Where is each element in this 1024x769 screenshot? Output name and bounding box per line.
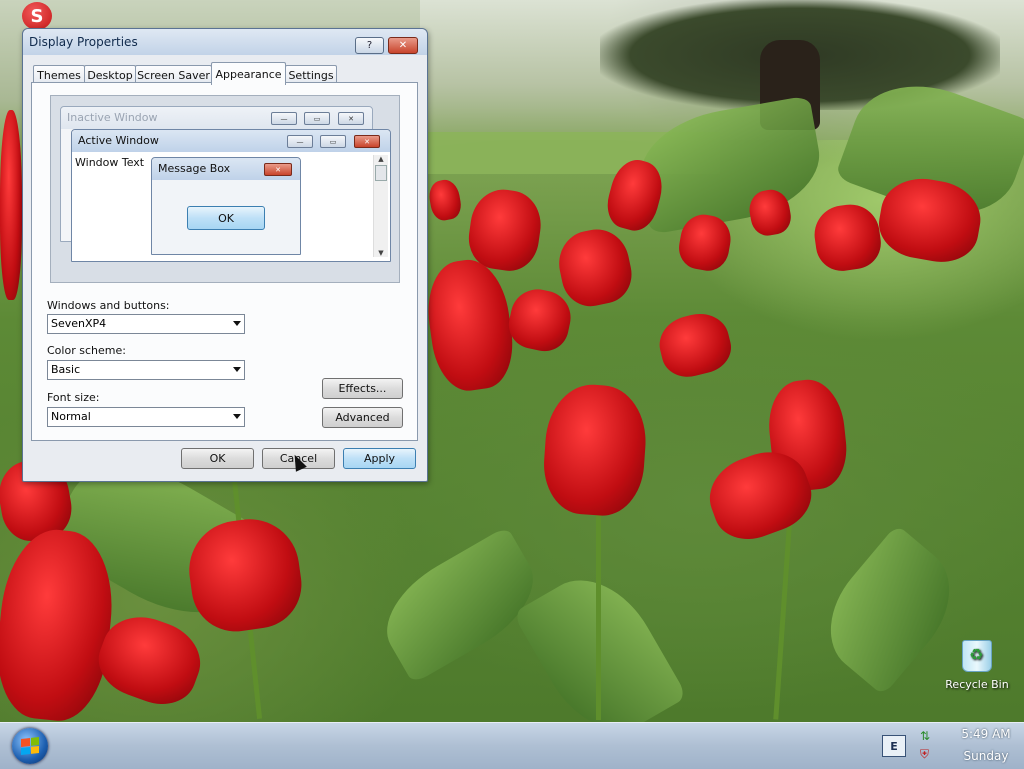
security-shield-icon[interactable]: ⛨: [920, 747, 936, 761]
apply-button[interactable]: Apply: [343, 448, 416, 469]
preview-close-icon: ✕: [338, 112, 364, 125]
preview-scrollbar: ▲ ▼: [373, 155, 388, 257]
dialog-title: Display Properties: [29, 35, 138, 49]
preview-active-titlebar: Active Window — ▭ ✕: [72, 130, 390, 152]
appearance-preview: Inactive Window — ▭ ✕ Active Window — ▭ …: [50, 95, 400, 283]
preview-inactive-title: Inactive Window: [67, 111, 158, 124]
preview-message-box: Message Box ✕ OK: [151, 157, 301, 255]
clock-day[interactable]: Sunday: [956, 749, 1016, 763]
recycle-bin-icon[interactable]: Recycle Bin: [942, 640, 1012, 691]
wallpaper-tulip: [0, 110, 22, 300]
network-icon[interactable]: ⇅: [920, 729, 936, 743]
chevron-down-icon: [233, 367, 241, 372]
close-icon: ✕: [398, 40, 408, 51]
font-size-select[interactable]: Normal: [47, 407, 245, 427]
close-button[interactable]: ✕: [388, 37, 418, 54]
preview-active-title: Active Window: [78, 134, 159, 147]
windows-logo-icon: [21, 737, 39, 755]
preview-minimize-icon: —: [271, 112, 297, 125]
app-shortcut-icon[interactable]: S: [22, 2, 52, 30]
taskbar: E ⇅ ⛨ 5:49 AM Sunday: [0, 722, 1024, 769]
wallpaper-tulip: [552, 223, 638, 312]
wallpaper-tulip: [426, 177, 464, 223]
scroll-thumb: [375, 165, 387, 181]
help-button[interactable]: ?: [355, 37, 384, 54]
font-size-label: Font size:: [47, 391, 100, 404]
font-size-value: Normal: [51, 410, 91, 423]
ok-button[interactable]: OK: [181, 448, 254, 469]
wallpaper-stem: [596, 500, 601, 720]
color-scheme-select[interactable]: Basic: [47, 360, 245, 380]
start-button[interactable]: [12, 728, 48, 764]
wallpaper-tulip: [421, 255, 519, 395]
color-scheme-label: Color scheme:: [47, 344, 126, 357]
effects-button[interactable]: Effects...: [322, 378, 403, 399]
preview-close-icon: ✕: [354, 135, 380, 148]
wallpaper-tulip: [540, 381, 650, 519]
preview-ok-button: OK: [187, 206, 265, 230]
wallpaper-tulip: [653, 307, 737, 383]
system-tray: E ⇅ ⛨ 5:49 AM Sunday: [864, 723, 1024, 769]
windows-and-buttons-select[interactable]: SevenXP4: [47, 314, 245, 334]
recycle-bin-label: Recycle Bin: [945, 678, 1009, 691]
scroll-down-icon: ▼: [378, 249, 384, 257]
scroll-up-icon: ▲: [378, 155, 384, 163]
appearance-panel: Inactive Window — ▭ ✕ Active Window — ▭ …: [31, 82, 418, 441]
keyboard-language-indicator[interactable]: E: [882, 735, 906, 757]
recycle-bin-graphic: [962, 640, 992, 672]
display-properties-dialog: Display Properties ? ✕ Themes Desktop Sc…: [22, 28, 428, 482]
chevron-down-icon: [233, 321, 241, 326]
clock-time[interactable]: 5:49 AM: [956, 727, 1016, 741]
help-icon: ?: [366, 40, 373, 51]
windows-and-buttons-label: Windows and buttons:: [47, 299, 170, 312]
preview-message-titlebar: Message Box ✕: [152, 158, 300, 180]
advanced-button[interactable]: Advanced: [322, 407, 403, 428]
preview-message-title: Message Box: [158, 162, 231, 175]
preview-minimize-icon: —: [287, 135, 313, 148]
app-shortcut-letter: S: [30, 5, 44, 27]
windows-and-buttons-value: SevenXP4: [51, 317, 107, 330]
tab-appearance[interactable]: Appearance: [211, 62, 286, 85]
chevron-down-icon: [233, 414, 241, 419]
preview-inactive-titlebar: Inactive Window — ▭ ✕: [61, 107, 372, 129]
color-scheme-value: Basic: [51, 363, 81, 376]
preview-maximize-icon: ▭: [304, 112, 330, 125]
preview-window-text: Window Text: [75, 156, 145, 169]
preview-maximize-icon: ▭: [320, 135, 346, 148]
wallpaper-tulip: [504, 284, 576, 356]
preview-close-icon: ✕: [264, 163, 292, 176]
wallpaper-tulip: [810, 200, 885, 275]
dialog-titlebar[interactable]: Display Properties ? ✕: [23, 29, 427, 55]
